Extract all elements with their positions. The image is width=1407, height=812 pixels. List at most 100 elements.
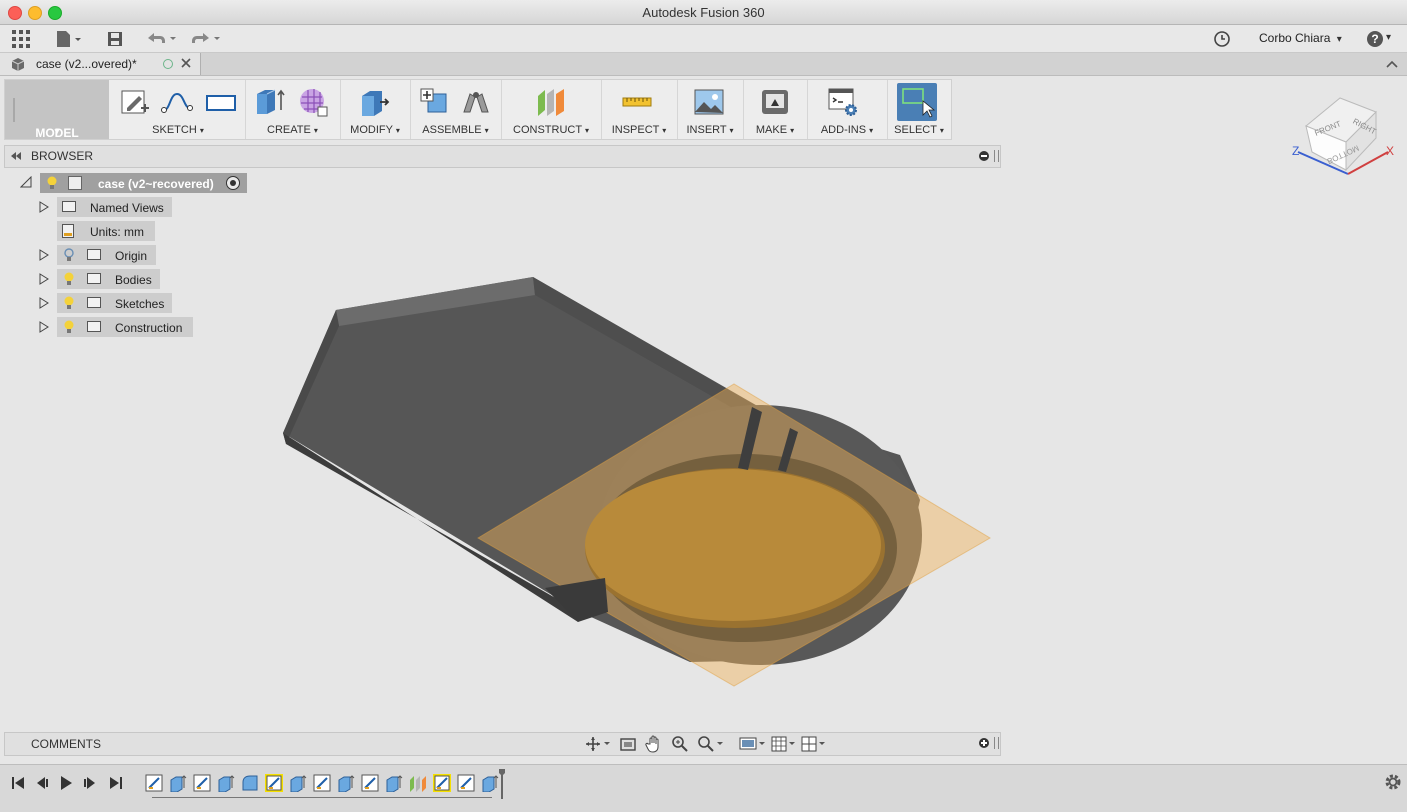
visibility-bulb-icon[interactable] (63, 272, 75, 286)
tree-item-construction[interactable]: Construction (57, 317, 193, 337)
orbit-icon[interactable] (585, 736, 611, 752)
collapse-browser-icon[interactable] (10, 151, 22, 161)
browser-panel-header[interactable]: BROWSER (4, 145, 1001, 168)
tree-item-label: Origin (115, 249, 148, 263)
battery-recess-face (585, 469, 881, 621)
file-menu-icon[interactable] (55, 30, 83, 48)
tree-item-units[interactable]: Units: mm (57, 221, 155, 241)
sync-status-icon (163, 59, 173, 69)
timeline-extrude-feature[interactable] (481, 774, 499, 792)
fit-zoom-icon[interactable] (697, 735, 725, 753)
timeline-extrude-feature[interactable] (385, 774, 403, 792)
tree-item-named-views[interactable]: Named Views (57, 197, 172, 217)
timeline-bar (0, 764, 1407, 812)
expand-arrow-icon[interactable] (39, 201, 49, 213)
application-toolbar: Corbo Chiara ▾ ? ▾ (0, 25, 1407, 53)
browser-pin-icon[interactable] (979, 151, 989, 161)
component-icon (68, 176, 82, 190)
tree-collapse-toggle[interactable] (20, 176, 32, 188)
document-tab-label: case (v2...overed)* (36, 57, 137, 71)
step-forward-icon[interactable] (82, 775, 98, 791)
timeline-sketch-feature[interactable] (145, 774, 163, 792)
tree-item-label: Sketches (115, 297, 165, 311)
document-tab[interactable]: case (v2...overed)* (0, 53, 201, 75)
save-icon[interactable] (106, 30, 124, 48)
timeline-sketch-feature[interactable] (313, 774, 331, 792)
comments-panel-header[interactable]: COMMENTS (4, 732, 1001, 756)
help-menu[interactable]: ? ▾ (1366, 29, 1396, 49)
visibility-bulb-icon[interactable] (63, 320, 75, 334)
timeline-extrude-feature[interactable] (169, 774, 187, 792)
zoom-icon[interactable] (671, 735, 689, 753)
title-bar: Autodesk Fusion 360 (0, 0, 1407, 25)
go-to-start-icon[interactable] (10, 775, 26, 791)
tree-item-label: Units: mm (90, 225, 144, 239)
data-panel-grid-icon[interactable] (12, 30, 30, 48)
tree-item-label: Bodies (115, 273, 152, 287)
browser-title: BROWSER (31, 149, 94, 163)
document-tab-bar: case (v2...overed)* (0, 53, 1407, 76)
grid-settings-icon[interactable] (771, 736, 799, 752)
document-icon (10, 56, 26, 72)
root-component-label: case (v2~recovered) (98, 177, 214, 191)
folder-icon (62, 201, 76, 212)
axis-x-label: X (1386, 144, 1395, 158)
job-status-clock-icon[interactable] (1213, 30, 1231, 48)
viewcube[interactable]: FRONT RIGHT BOTTOM Z X (1290, 92, 1402, 176)
collapse-ribbon-icon[interactable] (1385, 58, 1399, 70)
expand-arrow-icon[interactable] (39, 273, 49, 285)
timeline-sketch-feature[interactable] (457, 774, 475, 792)
svg-text:?: ? (1371, 32, 1378, 46)
activate-radio-icon[interactable] (226, 176, 240, 190)
folder-icon (87, 297, 101, 308)
timeline-sketch-feature-selected[interactable] (433, 774, 451, 792)
axis-z-label: Z (1292, 144, 1300, 158)
timeline-settings-gear-icon[interactable] (1384, 773, 1402, 791)
viewports-icon[interactable] (801, 736, 829, 752)
close-tab-icon[interactable] (180, 57, 192, 69)
browser-resize-grip[interactable] (994, 150, 999, 162)
pan-hand-icon[interactable] (645, 735, 663, 753)
go-to-end-icon[interactable] (108, 775, 124, 791)
tree-item-bodies[interactable]: Bodies (57, 269, 160, 289)
window-title: Autodesk Fusion 360 (642, 5, 765, 20)
expand-arrow-icon[interactable] (39, 297, 49, 309)
add-comment-icon[interactable] (979, 738, 989, 748)
units-icon (62, 224, 74, 238)
expand-arrow-icon[interactable] (39, 249, 49, 261)
visibility-bulb-icon[interactable] (63, 296, 75, 310)
step-back-icon[interactable] (34, 775, 50, 791)
display-settings-icon[interactable] (739, 736, 767, 752)
timeline-sketch-feature-selected[interactable] (265, 774, 283, 792)
timeline-fillet-feature[interactable] (241, 774, 259, 792)
folder-icon (87, 321, 101, 332)
tree-item-label: Construction (115, 321, 183, 335)
redo-icon[interactable] (190, 31, 222, 47)
timeline-extrude-feature[interactable] (217, 774, 235, 792)
timeline-marker[interactable] (499, 769, 505, 799)
tree-item-sketches[interactable]: Sketches (57, 293, 172, 313)
visibility-bulb-icon[interactable] (46, 176, 58, 190)
timeline-plane-feature[interactable] (409, 774, 427, 792)
folder-icon (87, 273, 101, 284)
comments-resize-grip[interactable] (994, 737, 999, 749)
user-name: Corbo Chiara (1259, 31, 1331, 45)
timeline-track (152, 797, 492, 798)
look-at-icon[interactable] (619, 736, 637, 752)
tree-item-label: Named Views (90, 201, 164, 215)
chevron-down-icon: ▾ (1336, 34, 1342, 45)
timeline-sketch-feature[interactable] (193, 774, 211, 792)
tree-item-origin[interactable]: Origin (57, 245, 156, 265)
expand-arrow-icon[interactable] (39, 321, 49, 333)
comments-title: COMMENTS (31, 737, 101, 751)
navigation-bar (581, 733, 831, 755)
folder-icon (87, 249, 101, 260)
undo-icon[interactable] (146, 31, 178, 47)
user-menu[interactable]: Corbo Chiara ▾ (1259, 31, 1342, 47)
tree-root-component[interactable]: case (v2~recovered) (40, 173, 247, 193)
play-icon[interactable] (58, 775, 74, 791)
timeline-extrude-feature[interactable] (289, 774, 307, 792)
timeline-extrude-feature[interactable] (337, 774, 355, 792)
timeline-sketch-feature[interactable] (361, 774, 379, 792)
visibility-bulb-icon[interactable] (63, 248, 75, 262)
